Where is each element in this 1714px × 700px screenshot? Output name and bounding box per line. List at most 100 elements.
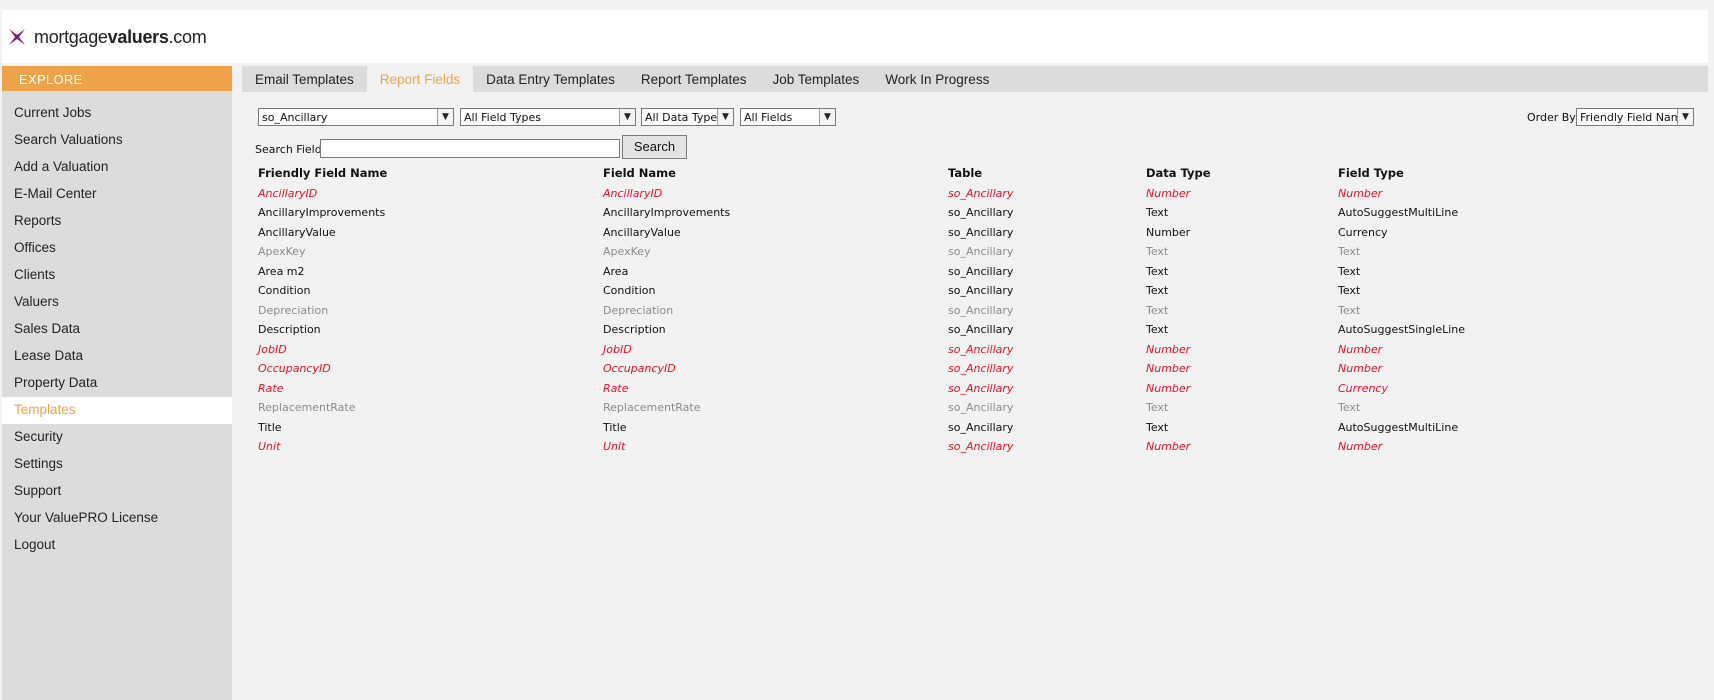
search-button[interactable]: Search [622, 135, 687, 159]
table-cell[interactable]: ReplacementRate [258, 401, 356, 414]
order-by-label: Order By: [1527, 111, 1579, 124]
table-cell: Depreciation [603, 303, 674, 317]
table-cell[interactable]: AncillaryValue [258, 226, 336, 239]
table-cell: Currency [1338, 225, 1388, 239]
table-cell: so_Ancillary [948, 440, 1014, 453]
column-header[interactable]: Data Type [1146, 166, 1211, 180]
header: mortgagevaluers.com [2, 10, 1708, 63]
table-cell: Number [1146, 342, 1191, 356]
tab-job-templates[interactable]: Job Templates [759, 66, 872, 92]
table-cell: Number [1146, 362, 1191, 375]
sidebar-item-settings[interactable]: Settings [2, 451, 232, 478]
table-cell: so_Ancillary [948, 284, 1014, 297]
table-cell[interactable]: Title [258, 421, 282, 434]
column-header[interactable]: Field Name [603, 166, 676, 180]
table-cell: Unit [603, 440, 626, 453]
field-type-select-value: All Field Types [464, 111, 542, 124]
sidebar-item-search-valuations[interactable]: Search Valuations [2, 127, 232, 154]
table-cell: Text [1338, 303, 1361, 317]
chevron-down-icon: ▼ [437, 109, 453, 125]
sidebar-item-your-valuepro-license[interactable]: Your ValuePRO License [2, 505, 232, 532]
fields-select-value: All Fields [744, 111, 793, 124]
sidebar-item-add-a-valuation[interactable]: Add a Valuation [2, 154, 232, 181]
column-header[interactable]: Friendly Field Name [258, 166, 387, 180]
table-cell: so_Ancillary [948, 420, 1014, 434]
column-header[interactable]: Field Type [1338, 166, 1404, 180]
table-cell: Text [1146, 401, 1169, 414]
sidebar-item-support[interactable]: Support [2, 478, 232, 505]
sidebar-item-lease-data[interactable]: Lease Data [2, 343, 232, 370]
logo[interactable]: mortgagevaluers.com [6, 26, 207, 48]
tab-data-entry-templates[interactable]: Data Entry Templates [473, 66, 628, 92]
table-cell[interactable]: JobID [258, 343, 287, 356]
table-cell: Text [1146, 264, 1169, 278]
table-cell: Text [1338, 245, 1361, 258]
sidebar-item-offices[interactable]: Offices [2, 235, 232, 262]
table-cell: so_Ancillary [948, 303, 1014, 317]
table-cell: AncillaryID [603, 186, 663, 200]
sidebar-item-current-jobs[interactable]: Current Jobs [2, 100, 232, 127]
table-cell: Currency [1338, 381, 1388, 395]
table-cell: Text [1146, 420, 1169, 434]
table-cell[interactable]: ApexKey [258, 245, 306, 258]
table-cell: Area [603, 264, 629, 278]
table-cell: Number [1338, 362, 1383, 375]
table-cell: Number [1338, 342, 1383, 356]
table-cell: so_Ancillary [948, 206, 1014, 219]
sidebar-item-logout[interactable]: Logout [2, 532, 232, 559]
table-cell: AutoSuggestMultiLine [1338, 420, 1459, 434]
table-cell[interactable]: Description [258, 323, 321, 336]
table-cell: Title [603, 420, 627, 434]
table-cell: ApexKey [603, 245, 651, 258]
sidebar-nav: Current Jobs Search Valuations Add a Valua… [2, 100, 232, 559]
column-header[interactable]: Table [948, 166, 982, 180]
table-cell[interactable]: AncillaryID [258, 187, 317, 200]
data-type-select[interactable]: All Data Types ▼ [641, 108, 734, 126]
sidebar-item-property-data[interactable]: Property Data [2, 370, 232, 397]
order-by-select[interactable]: Friendly Field Name ▼ [1576, 108, 1694, 126]
sidebar-item-sales-data[interactable]: Sales Data [2, 316, 232, 343]
table-cell[interactable]: Condition [258, 284, 311, 297]
table-cell: so_Ancillary [948, 323, 1014, 336]
logo-text: mortgagevaluers.com [34, 26, 207, 47]
table-cell: AncillaryImprovements [603, 206, 731, 219]
table-select[interactable]: so_Ancillary ▼ [258, 108, 454, 126]
table-select-value: so_Ancillary [262, 111, 328, 124]
sidebar-item-reports[interactable]: Reports [2, 208, 232, 235]
field-type-select[interactable]: All Field Types ▼ [460, 108, 636, 126]
fields-select[interactable]: All Fields ▼ [740, 108, 836, 126]
table-cell: Text [1146, 284, 1169, 297]
table-cell: so_Ancillary [948, 362, 1014, 375]
table-cell: ReplacementRate [603, 401, 701, 414]
table-cell: Number [1146, 186, 1191, 200]
table-cell: Text [1146, 303, 1169, 317]
search-input[interactable] [320, 139, 620, 158]
table-cell[interactable]: Area m2 [258, 265, 305, 278]
table-cell[interactable]: Unit [258, 440, 280, 453]
table-cell: Text [1338, 284, 1361, 297]
table-cell: so_Ancillary [948, 245, 1014, 258]
tab-report-templates[interactable]: Report Templates [628, 66, 760, 92]
table-cell: JobID [603, 342, 632, 356]
table-cell: so_Ancillary [948, 342, 1014, 356]
table-cell[interactable]: Depreciation [258, 304, 328, 317]
table-cell[interactable]: AncillaryImprovements [258, 206, 385, 219]
tab-email-templates[interactable]: Email Templates [242, 66, 367, 92]
chevron-down-icon: ▼ [717, 109, 733, 125]
sidebar-item-e-mail-center[interactable]: E-Mail Center [2, 181, 232, 208]
table-cell[interactable]: OccupancyID [258, 362, 331, 375]
table-cell: Description [603, 323, 666, 336]
table-cell: AutoSuggestSingleLine [1338, 323, 1466, 336]
table-cell: Text [1338, 401, 1361, 414]
table-cell: so_Ancillary [948, 264, 1014, 278]
table-cell[interactable]: Rate [258, 382, 283, 395]
sidebar-item-valuers[interactable]: Valuers [2, 289, 232, 316]
sidebar-item-clients[interactable]: Clients [2, 262, 232, 289]
tab-work-in-progress[interactable]: Work In Progress [872, 66, 1002, 92]
search-field-label: Search Field: [255, 143, 326, 156]
table-cell: AncillaryValue [603, 225, 681, 239]
tab-report-fields[interactable]: Report Fields [366, 66, 474, 92]
sidebar-item-security[interactable]: Security [2, 424, 232, 451]
sidebar-item-templates[interactable]: Templates [2, 397, 232, 424]
sidebar: EXPLORE Current Jobs Search Valuations Add… [2, 66, 232, 700]
